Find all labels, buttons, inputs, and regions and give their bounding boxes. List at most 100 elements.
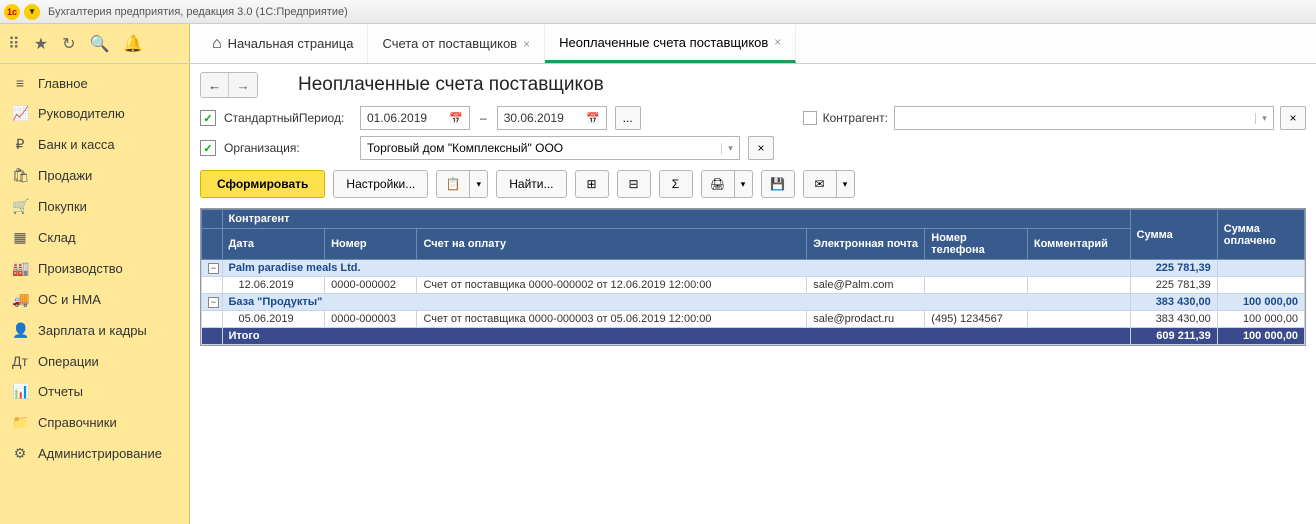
star-icon[interactable]: ★ xyxy=(34,34,48,54)
settings-button[interactable]: Настройки... xyxy=(333,170,428,198)
form-button[interactable]: Сформировать xyxy=(200,170,325,198)
date-from-input[interactable]: 01.06.2019📅 xyxy=(360,106,470,130)
find-button[interactable]: Найти... xyxy=(496,170,566,198)
contractor-label: Контрагент: xyxy=(823,111,888,125)
data-row[interactable]: 12.06.20190000-000002Счет от поставщика … xyxy=(202,277,1305,294)
col-phone[interactable]: Номер телефона xyxy=(925,229,1028,260)
contractor-clear-button[interactable]: × xyxy=(1280,106,1306,130)
tab-home[interactable]: Начальная страница xyxy=(198,25,368,63)
contractor-checkbox[interactable] xyxy=(803,111,817,125)
col-invoice[interactable]: Счет на оплату xyxy=(417,229,807,260)
data-row[interactable]: 05.06.20190000-000003Счет от поставщика … xyxy=(202,311,1305,328)
sidebar-item[interactable]: ▦Склад xyxy=(0,222,189,253)
tab-label: Счета от поставщиков xyxy=(382,36,517,51)
col-email[interactable]: Электронная почта xyxy=(807,229,925,260)
col-contractor[interactable]: Контрагент xyxy=(222,210,1130,229)
col-date[interactable]: Дата xyxy=(222,229,325,260)
sidebar-item[interactable]: 🚚ОС и НМА xyxy=(0,284,189,315)
history-icon[interactable]: ↻ xyxy=(62,34,75,54)
chevron-down-icon[interactable]: ▾ xyxy=(721,143,739,154)
toolbar: ⠿ ★ ↻ 🔍 🔔 Начальная страница Счета от по… xyxy=(0,24,1316,64)
app-icon-1c: 1c xyxy=(4,4,20,20)
sidebar-icon: ⚙ xyxy=(12,445,28,462)
sidebar-item[interactable]: 📊Отчеты xyxy=(0,376,189,407)
email-button[interactable]: ✉ xyxy=(803,170,837,198)
titlebar: 1c ▾ Бухгалтерия предприятия, редакция 3… xyxy=(0,0,1316,24)
sum-button[interactable]: Σ xyxy=(659,170,693,198)
org-combo[interactable]: ▾ xyxy=(360,136,740,160)
sidebar: ≡ Главное 📈 Руководителю ₽ Банк и касса 🛍Прода… xyxy=(0,64,190,524)
sidebar-item[interactable]: 🏭Производство xyxy=(0,253,189,284)
sidebar-label: Администрирование xyxy=(38,446,162,461)
contractor-input[interactable] xyxy=(895,111,1255,125)
sidebar-icon: ₽ xyxy=(12,136,28,153)
col-paid[interactable]: Сумма оплачено xyxy=(1217,210,1304,260)
copy-dropdown[interactable]: ▾ xyxy=(470,170,488,198)
sidebar-item[interactable]: 📁Справочники xyxy=(0,407,189,438)
col-comment[interactable]: Комментарий xyxy=(1027,229,1130,260)
sidebar-item[interactable]: ДтОперации xyxy=(0,346,189,376)
contractor-combo[interactable]: ▾ xyxy=(894,106,1274,130)
collapse-icon[interactable]: − xyxy=(208,263,219,274)
group-row[interactable]: −Palm paradise meals Ltd.225 781,39 xyxy=(202,260,1305,277)
sidebar-label: Справочники xyxy=(38,415,117,430)
sidebar-icon: 👤 xyxy=(12,322,28,339)
sidebar-item[interactable]: ⚙ Администрирование xyxy=(0,438,189,469)
total-row: Итого609 211,39100 000,00 xyxy=(202,328,1305,345)
sidebar-item[interactable]: ₽ Банк и касса xyxy=(0,129,189,160)
sidebar-label: Производство xyxy=(38,261,123,276)
print-dropdown[interactable]: ▾ xyxy=(735,170,753,198)
email-dropdown[interactable]: ▾ xyxy=(837,170,855,198)
sidebar-label: Покупки xyxy=(38,199,87,214)
print-button[interactable]: 🖨 xyxy=(701,170,735,198)
sidebar-label: Операции xyxy=(38,354,99,369)
sidebar-label: Руководителю xyxy=(38,106,125,121)
org-clear-button[interactable]: × xyxy=(748,136,774,160)
sidebar-icon: 📈 xyxy=(12,105,28,122)
close-icon[interactable]: × xyxy=(523,37,530,51)
sidebar-item[interactable]: 📈 Руководителю xyxy=(0,98,189,129)
sidebar-label: Банк и касса xyxy=(38,137,115,152)
col-number[interactable]: Номер xyxy=(325,229,417,260)
period-ellipsis-button[interactable]: ... xyxy=(615,106,641,130)
tab-unpaid[interactable]: Неоплаченные счета поставщиков × xyxy=(545,25,796,63)
bell-icon[interactable]: 🔔 xyxy=(123,34,143,54)
search-icon[interactable]: 🔍 xyxy=(89,34,109,54)
report-grid: КонтрагентСуммаСумма оплачено ДатаНомерС… xyxy=(200,208,1306,346)
sidebar-icon: ≡ xyxy=(12,75,28,91)
col-sum[interactable]: Сумма xyxy=(1130,210,1217,260)
save-button[interactable]: 💾 xyxy=(761,170,795,198)
sidebar-label: Отчеты xyxy=(38,384,83,399)
org-checkbox[interactable]: ✓ xyxy=(200,140,216,156)
page-title: Неоплаченные счета поставщиков xyxy=(298,74,604,96)
sidebar-item[interactable]: 🛍Продажи xyxy=(0,160,189,191)
group-row[interactable]: −База "Продукты"383 430,00100 000,00 xyxy=(202,294,1305,311)
collapse-button[interactable]: ⊟ xyxy=(617,170,651,198)
period-label: СтандартныйПериод: xyxy=(224,111,352,125)
tab-label: Неоплаченные счета поставщиков xyxy=(559,35,768,50)
period-checkbox[interactable]: ✓ xyxy=(200,110,216,126)
tab-invoices[interactable]: Счета от поставщиков × xyxy=(368,25,545,63)
content: ← → Неоплаченные счета поставщиков ✓ Ста… xyxy=(190,64,1316,524)
apps-icon[interactable]: ⠿ xyxy=(8,34,20,54)
org-input[interactable] xyxy=(361,141,721,155)
org-label: Организация: xyxy=(224,141,352,155)
back-button[interactable]: ← xyxy=(201,73,229,97)
sidebar-item[interactable]: 👤 Зарплата и кадры xyxy=(0,315,189,346)
sidebar-label: Продажи xyxy=(38,168,92,183)
forward-button[interactable]: → xyxy=(229,73,257,97)
date-to-input[interactable]: 30.06.2019📅 xyxy=(497,106,607,130)
close-icon[interactable]: × xyxy=(774,35,781,49)
sidebar-label: Зарплата и кадры xyxy=(38,323,147,338)
sidebar-label: Главное xyxy=(38,76,88,91)
dropdown-icon[interactable]: ▾ xyxy=(24,4,40,20)
calendar-icon[interactable]: 📅 xyxy=(586,112,600,125)
sidebar-item[interactable]: ≡ Главное xyxy=(0,68,189,98)
expand-button[interactable]: ⊞ xyxy=(575,170,609,198)
chevron-down-icon[interactable]: ▾ xyxy=(1255,113,1273,124)
calendar-icon[interactable]: 📅 xyxy=(449,112,463,125)
collapse-icon[interactable]: − xyxy=(208,297,219,308)
nav-buttons: ← → xyxy=(200,72,258,98)
copy-button[interactable]: 📋 xyxy=(436,170,470,198)
sidebar-item[interactable]: 🛒Покупки xyxy=(0,191,189,222)
